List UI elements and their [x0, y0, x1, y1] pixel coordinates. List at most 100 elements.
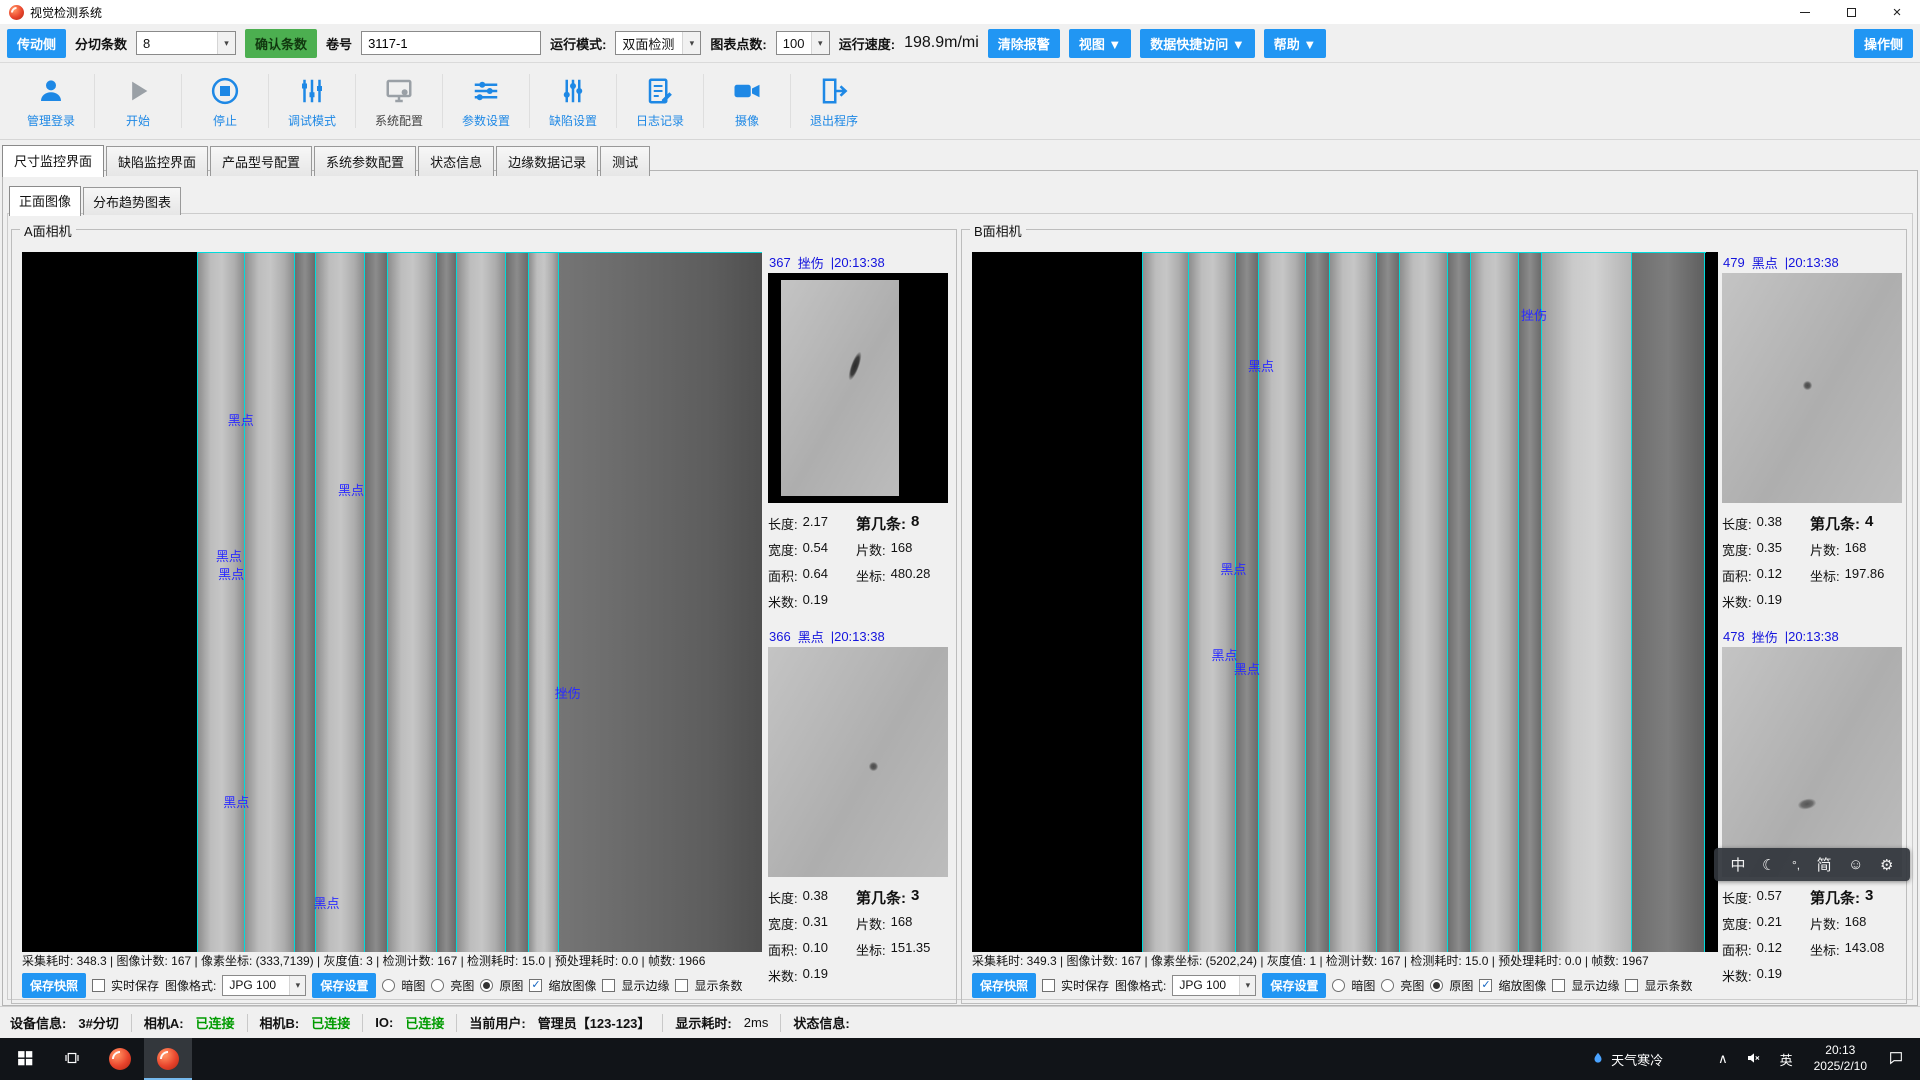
roll-number-input[interactable] [361, 31, 541, 55]
tab-product-model[interactable]: 产品型号配置 [210, 146, 312, 176]
maximize-button[interactable] [1828, 0, 1874, 24]
defect-card[interactable]: 366 黑点 |20:13:38 长度:0.38第几条:3 宽度:0.31片数:… [768, 626, 948, 988]
run-mode-select[interactable]: 双面检测 ▾ [615, 31, 701, 55]
operate-side-button[interactable]: 操作侧 [1854, 29, 1913, 58]
tab-edge-data[interactable]: 边缘数据记录 [496, 146, 598, 176]
clear-alarm-button[interactable]: 清除报警 [988, 29, 1060, 58]
original-image-radio[interactable] [480, 979, 493, 992]
data-quick-access-menu-button[interactable]: 数据快捷访问 ▼ [1140, 29, 1254, 58]
tray-expand-button[interactable]: ∧ [1709, 1051, 1737, 1067]
tab-defect-monitor[interactable]: 缺陷监控界面 [106, 146, 208, 176]
show-edges-checkbox[interactable] [1552, 979, 1565, 992]
ime-moon-icon[interactable]: ☾ [1762, 856, 1775, 874]
weather-text: 天气寒冷 [1611, 1050, 1663, 1069]
strip [972, 252, 1142, 952]
image-format-select[interactable]: JPG 100▾ [222, 975, 306, 996]
tab-status-info[interactable]: 状态信息 [418, 146, 494, 176]
camera-capture-button[interactable]: 摄像 [706, 74, 788, 129]
icon-toolbar: 管理登录 开始 停止 调试模式 系统配置 参数设置 缺陷设置 日志记录 摄像 [0, 63, 1920, 140]
dark-image-radio[interactable] [382, 979, 395, 992]
bright-image-radio[interactable] [431, 979, 444, 992]
tab-size-monitor[interactable]: 尺寸监控界面 [2, 145, 104, 177]
exit-program-button[interactable]: 退出程序 [793, 74, 875, 129]
view-menu-button[interactable]: 视图 ▼ [1069, 29, 1131, 58]
tab-system-params[interactable]: 系统参数配置 [314, 146, 416, 176]
stop-button[interactable]: 停止 [184, 74, 266, 129]
clock-widget[interactable]: 20:13 2025/2/10 [1802, 1043, 1879, 1074]
defect-settings-button[interactable]: 缺陷设置 [532, 74, 614, 129]
taskbar-app-inspection-active[interactable] [144, 1038, 192, 1080]
zoom-image-checkbox[interactable] [529, 979, 542, 992]
close-button[interactable]: × [1874, 0, 1920, 24]
dark-image-radio[interactable] [1332, 979, 1345, 992]
thumb-region [768, 647, 948, 877]
save-settings-button[interactable]: 保存设置 [312, 973, 376, 998]
divider [790, 74, 791, 128]
defect-card[interactable]: 478 挫伤 |20:13:38 长度:0.57第几条:3 宽度:0.21片数:… [1722, 626, 1902, 988]
chart-points-select[interactable]: 100 ▾ [776, 31, 830, 55]
log-record-button[interactable]: 日志记录 [619, 74, 701, 129]
tab-test[interactable]: 测试 [600, 146, 650, 176]
strip [456, 252, 505, 952]
help-menu-button[interactable]: 帮助 ▼ [1264, 29, 1326, 58]
action-center-button[interactable] [1879, 1050, 1913, 1069]
image-format-label: 图像格式: [165, 977, 216, 994]
play-icon [124, 74, 152, 108]
minimize-button[interactable] [1782, 0, 1828, 24]
original-image-radio[interactable] [1430, 979, 1443, 992]
confirm-count-button[interactable]: 确认条数 [245, 29, 317, 58]
subtab-trend-chart[interactable]: 分布趋势图表 [83, 187, 181, 215]
defect-card[interactable]: 479 黑点 |20:13:38 长度:0.38第几条:4 宽度:0.35片数:… [1722, 252, 1902, 614]
strip [1631, 252, 1704, 952]
show-strips-checkbox[interactable] [1625, 979, 1638, 992]
strip [1305, 252, 1328, 952]
admin-login-button[interactable]: 管理登录 [10, 74, 92, 129]
defect-annotation: 黑点 [1220, 559, 1246, 578]
start-menu-button[interactable] [0, 1038, 48, 1080]
windows-logo-icon [16, 1049, 33, 1069]
save-snapshot-button[interactable]: 保存快照 [22, 973, 86, 998]
start-button[interactable]: 开始 [97, 74, 179, 129]
main-toolbar: 传动侧 分切条数 8 ▾ 确认条数 卷号 运行模式: 双面检测 ▾ 图表点数: … [0, 24, 1920, 63]
show-strips-checkbox[interactable] [675, 979, 688, 992]
defect-thumbnail [768, 647, 948, 877]
ime-language-mode[interactable]: 中 [1731, 854, 1746, 875]
defect-annotation: 黑点 [338, 480, 364, 499]
show-edges-checkbox[interactable] [602, 979, 615, 992]
ime-settings-gear-icon[interactable]: ⚙ [1880, 856, 1893, 874]
taskbar-app-inspection[interactable] [96, 1038, 144, 1080]
realtime-save-checkbox[interactable] [92, 979, 105, 992]
drive-side-button[interactable]: 传动侧 [7, 29, 66, 58]
save-snapshot-button[interactable]: 保存快照 [972, 973, 1036, 998]
zoom-image-checkbox[interactable] [1479, 979, 1492, 992]
document-pencil-icon [645, 74, 675, 108]
defect-thumbnail [1722, 647, 1902, 877]
ime-emoji-icon[interactable]: ☺ [1848, 856, 1863, 873]
strip [197, 252, 244, 952]
input-language-indicator[interactable]: 英 [1771, 1050, 1802, 1069]
divider [247, 1014, 248, 1032]
bright-image-radio[interactable] [1381, 979, 1394, 992]
defect-type: 黑点 [798, 627, 824, 646]
subtab-front-image[interactable]: 正面图像 [9, 186, 81, 216]
slit-count-select[interactable]: 8 ▾ [136, 31, 236, 55]
parameter-settings-button[interactable]: 参数设置 [445, 74, 527, 129]
ime-punctuation-mode[interactable]: °, [1792, 858, 1800, 872]
realtime-save-checkbox[interactable] [1042, 979, 1055, 992]
size-monitor-page: 正面图像 分布趋势图表 A面相机 黑点 黑点 黑点 黑点 挫伤 黑点 黑点 [2, 170, 1918, 1006]
weather-widget[interactable]: 天气寒冷 [1579, 1050, 1675, 1069]
monitor-gear-icon [384, 74, 414, 108]
defect-annotation: 挫伤 [555, 683, 581, 702]
defect-card[interactable]: 367 挫伤 |20:13:38 长度:2.17第几条:8 宽度:0.54片数:… [768, 252, 948, 614]
slit-count-label: 分切条数 [75, 34, 127, 53]
system-config-button[interactable]: 系统配置 [358, 74, 440, 129]
strip [1541, 252, 1631, 952]
chevron-down-icon: ▾ [1239, 976, 1255, 995]
volume-button[interactable] [1737, 1050, 1771, 1069]
save-settings-button[interactable]: 保存设置 [1262, 973, 1326, 998]
defect-card-header: 367 挫伤 |20:13:38 [768, 252, 948, 273]
image-format-select[interactable]: JPG 100▾ [1172, 975, 1256, 996]
ime-simplified-mode[interactable]: 简 [1817, 854, 1832, 875]
task-view-button[interactable] [48, 1038, 96, 1080]
debug-mode-button[interactable]: 调试模式 [271, 74, 353, 129]
